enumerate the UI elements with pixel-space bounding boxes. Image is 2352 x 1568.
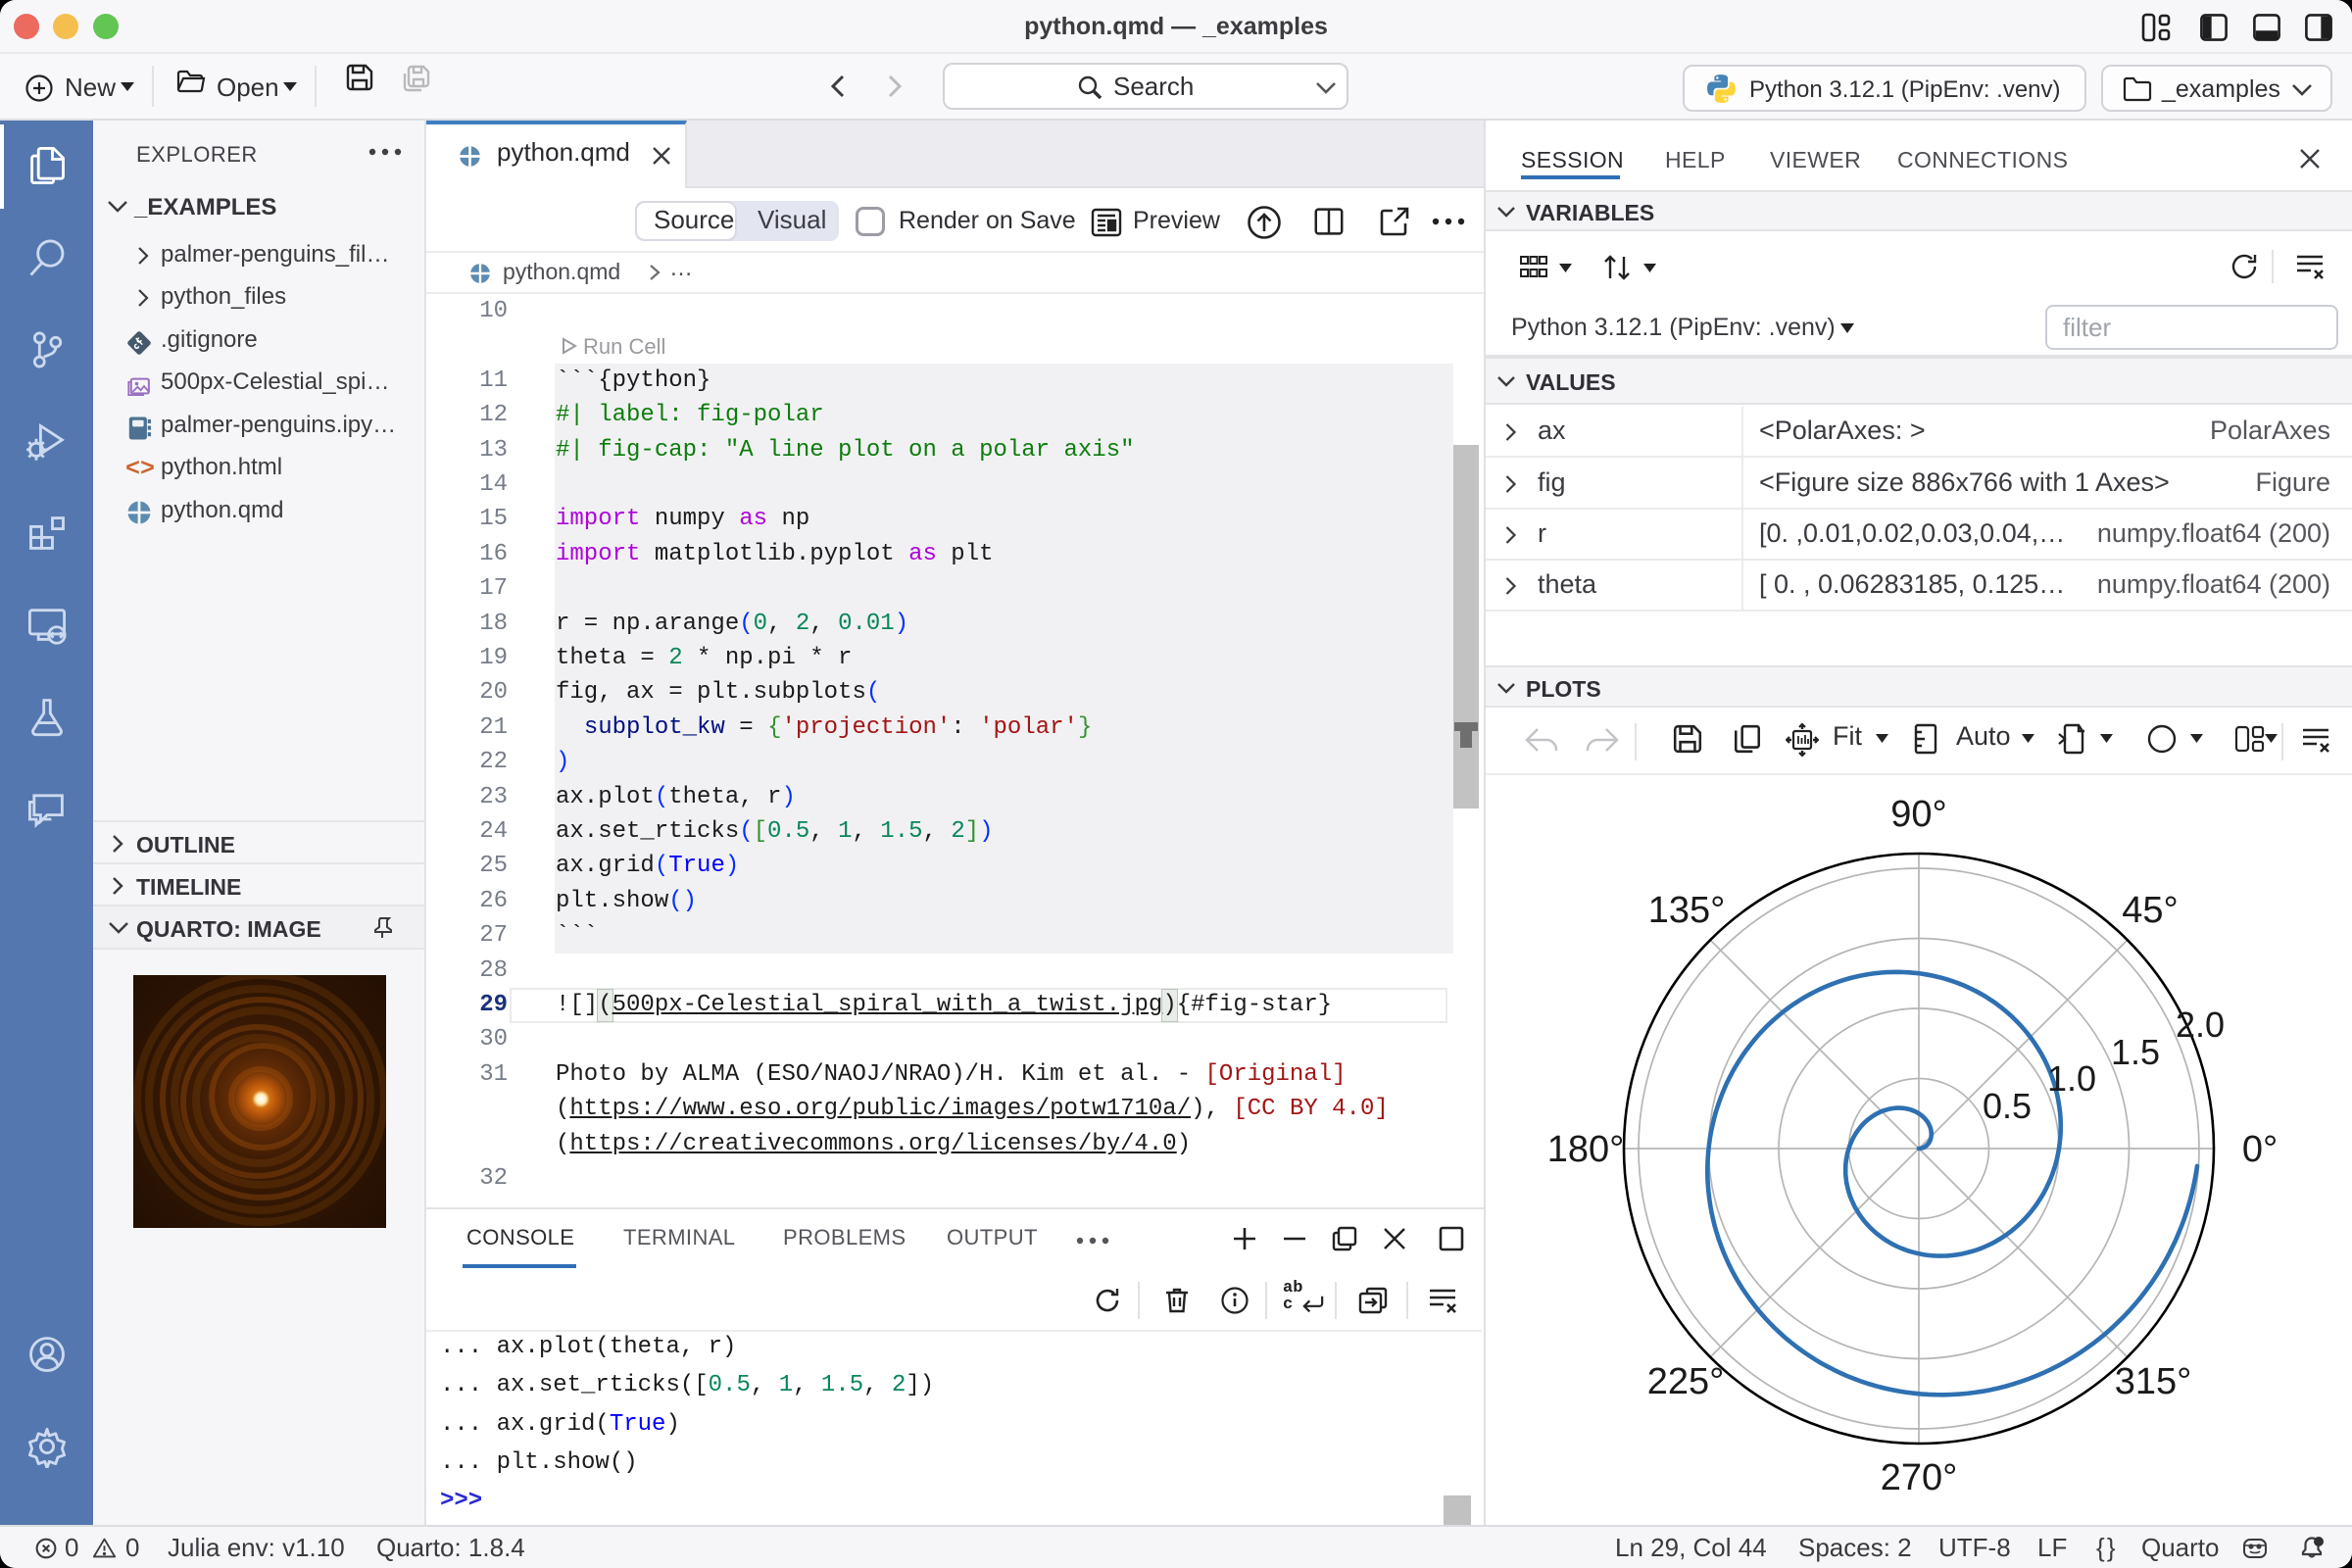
svg-text:180°: 180° [1547,1129,1625,1170]
svg-text:315°: 315° [2115,1361,2192,1402]
svg-text:1.5: 1.5 [2111,1032,2160,1072]
svg-text:1.0: 1.0 [2047,1058,2096,1099]
svg-text:90°: 90° [1890,794,1946,835]
svg-text:45°: 45° [2122,890,2178,931]
svg-text:225°: 225° [1647,1361,1725,1402]
svg-text:0.5: 0.5 [1983,1086,2032,1126]
svg-text:0°: 0° [2242,1129,2278,1170]
svg-text:270°: 270° [1881,1457,1958,1498]
svg-text:2.0: 2.0 [2176,1004,2225,1045]
svg-text:135°: 135° [1648,890,1726,931]
